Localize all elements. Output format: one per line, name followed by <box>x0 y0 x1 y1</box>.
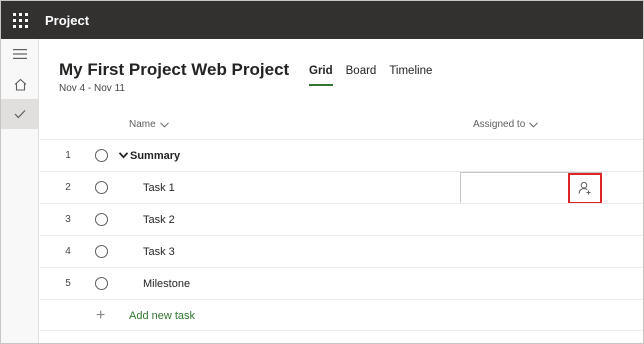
complete-task-checkbox[interactable] <box>95 149 108 162</box>
complete-task-checkbox[interactable] <box>95 213 108 226</box>
column-header-assigned[interactable]: Assigned to <box>473 119 539 130</box>
app-launcher-button[interactable] <box>1 1 39 39</box>
column-header-assigned-label: Assigned to <box>473 119 526 130</box>
home-icon <box>14 78 26 91</box>
complete-task-checkbox[interactable] <box>95 277 108 290</box>
task-name[interactable]: Milestone <box>143 268 190 300</box>
assign-person-button[interactable] <box>575 179 595 197</box>
chevron-down-icon <box>529 121 539 128</box>
hamburger-icon <box>13 49 27 59</box>
table-row[interactable]: 5 Milestone <box>40 267 643 299</box>
complete-task-checkbox[interactable] <box>95 181 108 194</box>
project-title[interactable]: My First Project Web Project <box>59 60 289 80</box>
checkmark-icon <box>14 110 26 119</box>
table-row[interactable]: 1 Summary <box>40 139 643 171</box>
row-number: 3 <box>65 214 71 225</box>
row-number: 2 <box>65 182 71 193</box>
row-number: 1 <box>65 150 71 161</box>
column-header-name[interactable]: Name <box>129 119 169 130</box>
chevron-down-icon <box>159 121 169 128</box>
view-tabs: Grid Board Timeline <box>309 65 445 86</box>
add-task-row[interactable]: + Add new task <box>40 299 643 331</box>
project-dates: Nov 4 - Nov 11 <box>59 83 125 94</box>
row-number: 4 <box>65 246 71 257</box>
collapse-chevron-icon[interactable] <box>119 152 128 159</box>
tab-timeline[interactable]: Timeline <box>389 65 432 83</box>
row-number: 5 <box>65 278 71 289</box>
task-name[interactable]: Task 3 <box>143 236 175 268</box>
home-button[interactable] <box>1 69 39 99</box>
table-row[interactable]: 2 Task 1 <box>40 171 643 204</box>
task-name[interactable]: Summary <box>130 140 180 172</box>
left-rail <box>1 39 39 343</box>
plus-icon: + <box>96 307 106 324</box>
complete-task-checkbox[interactable] <box>95 245 108 258</box>
app-window: Project My First Project Web Project Nov… <box>0 0 644 344</box>
task-name[interactable]: Task 2 <box>143 204 175 236</box>
waffle-icon <box>12 12 28 28</box>
tab-board[interactable]: Board <box>346 65 377 83</box>
top-bar: Project <box>1 1 643 39</box>
collapse-nav-button[interactable] <box>1 39 39 69</box>
task-name[interactable]: Task 1 <box>143 172 175 204</box>
column-header-name-label: Name <box>129 119 156 130</box>
tab-grid[interactable]: Grid <box>309 65 333 86</box>
task-grid: 1 Summary 2 Task 1 3 Task 2 4 Task 3 5 M… <box>40 139 643 331</box>
add-person-icon <box>578 181 591 195</box>
table-row[interactable]: 4 Task 3 <box>40 235 643 267</box>
add-new-task-link[interactable]: Add new task <box>129 300 195 332</box>
table-row[interactable]: 3 Task 2 <box>40 203 643 235</box>
app-title: Project <box>45 12 90 28</box>
tasks-button[interactable] <box>1 99 39 129</box>
